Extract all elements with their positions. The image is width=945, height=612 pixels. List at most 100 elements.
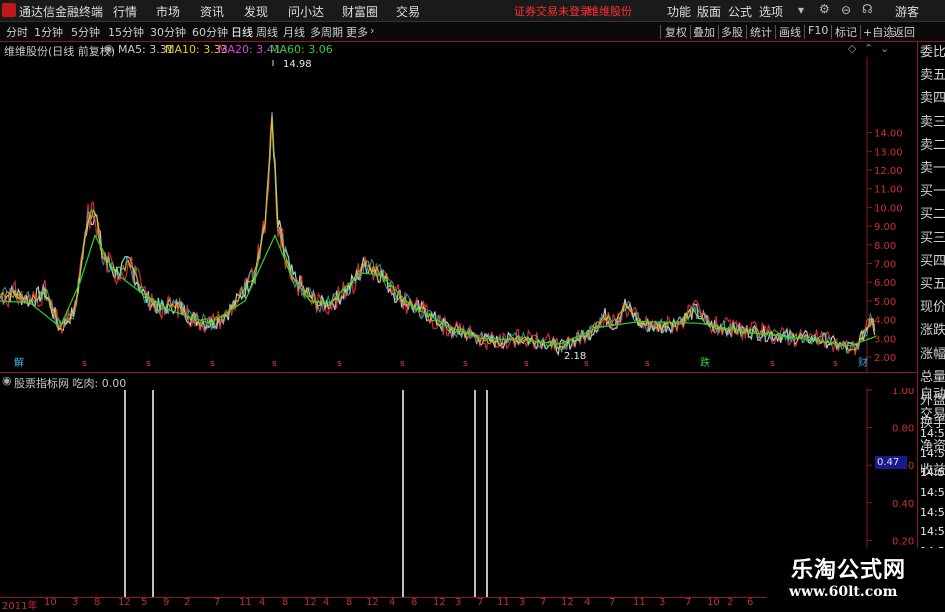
menu-trade[interactable]: 交易 — [396, 3, 420, 20]
tick-time: 14:56 — [920, 427, 945, 441]
y-tick-label: 7.00 — [874, 260, 896, 271]
period-tab[interactable]: 5分钟 — [71, 24, 100, 40]
period-tab-more[interactable]: 更多 — [346, 24, 368, 40]
x-tick-label: 4 — [389, 597, 396, 608]
quote-field-label[interactable]: 卖三 — [920, 116, 945, 129]
period-tab[interactable]: 分时 — [6, 24, 28, 40]
auto-trade-label: 交易 — [920, 406, 945, 422]
draw-line-button[interactable]: 画线 — [779, 24, 801, 40]
quote-field-label[interactable]: 卖四 — [920, 92, 945, 105]
quote-field-label[interactable]: 买一 — [920, 185, 945, 198]
y-tick-label: 11.00 — [874, 185, 903, 196]
period-toolbar: 分时 1分钟 5分钟 15分钟 30分钟 60分钟 日线 周线 月线 多周期 更… — [0, 22, 945, 42]
quote-field-label[interactable]: 买四 — [920, 255, 945, 268]
quote-field-label[interactable]: 买五 — [920, 278, 945, 291]
period-tab-active[interactable]: 日线 — [231, 24, 253, 40]
x-tick-label: 3 — [455, 597, 462, 608]
statistics-button[interactable]: 统计 — [750, 24, 772, 40]
quote-field-label[interactable]: 卖二 — [920, 139, 945, 152]
chart-up-icon[interactable]: ⌃ — [864, 42, 873, 55]
quote-field-label[interactable]: 现价 — [920, 301, 945, 314]
menu-market[interactable]: 市场 — [156, 3, 180, 20]
menu-options[interactable]: 选项 — [759, 3, 783, 20]
adjust-button[interactable]: 复权 — [665, 24, 687, 40]
x-tick-label: 4 — [323, 597, 330, 608]
watermark-title: 乐淘公式网 — [791, 558, 907, 583]
x-tick-label: 8 — [94, 597, 101, 608]
chart-diamond-icon[interactable]: ◇ — [848, 42, 856, 55]
multi-stock-button[interactable]: 多股 — [721, 24, 743, 40]
login-warning[interactable]: 证券交易未登录 — [514, 3, 591, 19]
y-tick-label: 10.00 — [874, 203, 903, 214]
quote-field-label[interactable]: 涨跌 — [920, 324, 945, 337]
menu-formula[interactable]: 公式 — [728, 3, 752, 20]
f10-button[interactable]: F10 — [808, 24, 828, 37]
period-tab[interactable]: 周线 — [256, 24, 278, 40]
menu-discover[interactable]: 发现 — [244, 3, 268, 20]
price-chart[interactable]: 14.00 13.00 12.00 11.00 10.00 9.00 8.00 7.00 6.0… — [0, 57, 917, 372]
tick-time: 14:56 — [920, 446, 945, 460]
headset-icon[interactable]: ☊ — [862, 2, 873, 16]
quote-field-label[interactable]: 卖五 — [920, 69, 945, 82]
s-marker: s — [645, 359, 650, 369]
s-marker: s — [210, 359, 215, 369]
overlay-button[interactable]: 叠加 — [693, 24, 715, 40]
lock-icon[interactable]: ⊖ — [841, 3, 851, 17]
quote-field-label[interactable]: 总量 — [920, 371, 945, 384]
x-tick-label: 3 — [519, 597, 526, 608]
quote-field-label[interactable]: 委比 — [920, 46, 945, 59]
tick-time: 14:56 — [920, 525, 945, 539]
quote-field-label[interactable]: 涨幅 — [920, 348, 945, 361]
gear-icon[interactable]: ⚙ — [819, 2, 830, 16]
menu-market-quotes[interactable]: 行情 — [113, 3, 137, 20]
stock-name-title: 维维股份 — [588, 5, 632, 18]
y-tick-label: 13.00 — [874, 147, 903, 158]
x-tick-label: 11 — [497, 597, 510, 608]
period-tab[interactable]: 1分钟 — [34, 24, 63, 40]
indicator-settings-icon[interactable]: ◉ — [2, 374, 12, 387]
menu-function[interactable]: 功能 — [667, 3, 691, 20]
period-tab[interactable]: 15分钟 — [108, 24, 144, 40]
auto-trade-label: 自动 — [920, 387, 945, 402]
menu-layout[interactable]: 版面 — [697, 3, 721, 20]
y-tick-label: 3.00 — [874, 334, 896, 345]
back-button[interactable]: 返回 — [893, 24, 915, 40]
period-tab[interactable]: 30分钟 — [150, 24, 186, 40]
menu-wealth-circle[interactable]: 财富圈 — [342, 3, 378, 20]
tick-time: 14:56 — [920, 505, 945, 519]
x-tick-label: 7 — [685, 597, 692, 608]
mark-button[interactable]: 标记 — [835, 24, 857, 40]
x-tick-label: 8 — [346, 597, 353, 608]
ma60-label: MA60: 3.06 — [270, 43, 333, 56]
y-tick-label: 6.00 — [874, 278, 896, 289]
title-bar: 通达信金融终端 行情 市场 资讯 发现 问小达 财富圈 交易 证券交易未登录 维… — [0, 0, 945, 22]
more-chevron-icon[interactable]: › — [370, 24, 374, 37]
quote-field-label[interactable]: 买三 — [920, 232, 945, 245]
quote-field-label[interactable]: 买二 — [920, 208, 945, 221]
x-tick-label: 11 — [633, 597, 646, 608]
dropdown-icon[interactable]: ▾ — [798, 3, 804, 17]
x-tick-label: 10 — [707, 597, 720, 608]
period-tab[interactable]: 月线 — [283, 24, 305, 40]
x-tick-label: 2 — [184, 597, 191, 608]
y-tick-label: 5.00 — [874, 297, 896, 308]
x-tick-label: 12 — [118, 597, 131, 608]
y-tick-label: 9.00 — [874, 222, 896, 233]
period-tab[interactable]: 多周期 — [310, 24, 343, 40]
x-tick-label: 12 — [304, 597, 317, 608]
quote-field-label[interactable]: 卖一 — [920, 162, 945, 175]
indicator-y-tick: 1.00 — [892, 388, 914, 397]
y-tick-label: 2.00 — [874, 353, 896, 364]
y-tick-label: 4.00 — [874, 316, 896, 327]
indicator-y-tick: 0.80 — [892, 424, 914, 435]
s-marker: s — [82, 359, 87, 369]
period-tab[interactable]: 60分钟 — [192, 24, 228, 40]
menu-ask[interactable]: 问小达 — [288, 3, 324, 20]
ma-settings-icon[interactable]: ◉ — [104, 42, 114, 55]
menu-news[interactable]: 资讯 — [200, 3, 224, 20]
chart-down-icon[interactable]: ⌄ — [880, 42, 889, 55]
watermark: 乐淘公式网 www.60lt.com — [767, 548, 945, 609]
s-marker: s — [463, 359, 468, 369]
guest-label[interactable]: 游客 — [895, 3, 919, 20]
y-tick-label: 14.00 — [874, 129, 903, 140]
